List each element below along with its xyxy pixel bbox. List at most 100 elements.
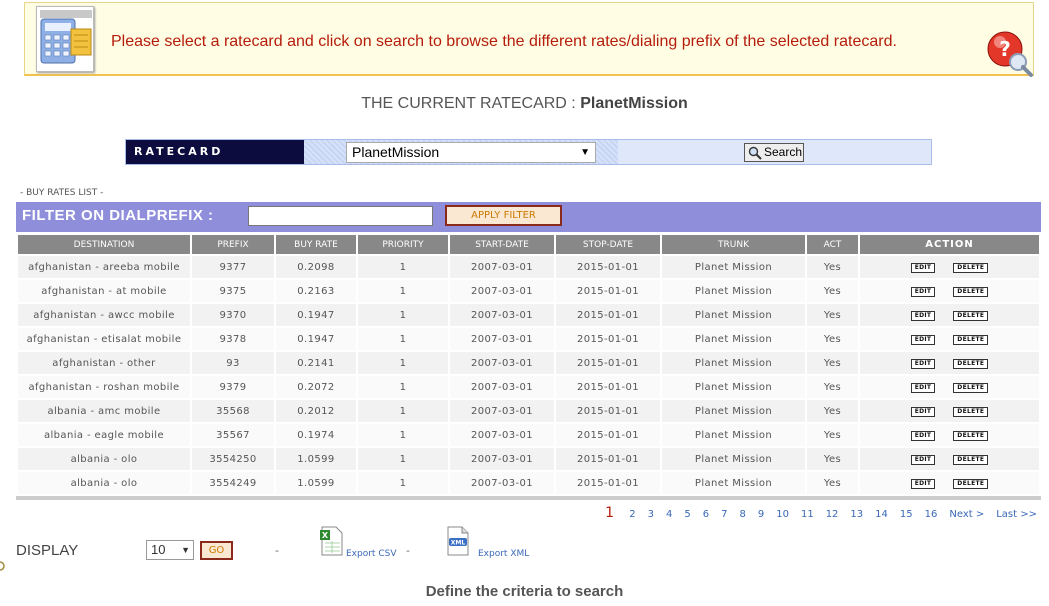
delete-button[interactable]: DELETE <box>953 407 989 417</box>
cell-buy-rate: 0.2012 <box>276 400 356 422</box>
cell-action: EDIT DELETE <box>860 256 1039 278</box>
cell-priority: 1 <box>358 352 448 374</box>
edit-button[interactable]: EDIT <box>910 479 936 489</box>
col-prefix[interactable]: PREFIX <box>192 235 274 254</box>
page-link[interactable]: 14 <box>875 509 888 520</box>
cell-stop-date: 2015-01-01 <box>556 304 660 326</box>
cell-action: EDIT DELETE <box>860 352 1039 374</box>
page-link[interactable]: 16 <box>925 509 938 520</box>
last-page-link[interactable]: Last >> <box>996 509 1037 520</box>
delete-button[interactable]: DELETE <box>953 263 989 273</box>
page-link[interactable]: 11 <box>801 509 814 520</box>
xml-badge-text: XML <box>451 540 466 547</box>
go-button[interactable]: GO <box>200 541 233 560</box>
delete-button[interactable]: DELETE <box>953 455 989 465</box>
chevron-down-icon: ▼ <box>580 147 590 158</box>
cell-start-date: 2007-03-01 <box>450 352 554 374</box>
table-row: afghanistan - awcc mobile 9370 0.1947 1 2007… <box>18 304 1039 326</box>
cell-start-date: 2007-03-01 <box>450 424 554 446</box>
col-buy-rate[interactable]: BUY RATE <box>276 235 356 254</box>
cell-act: Yes <box>807 304 858 326</box>
cell-stop-date: 2015-01-01 <box>556 256 660 278</box>
cell-priority: 1 <box>358 304 448 326</box>
page-link[interactable]: 7 <box>721 509 727 520</box>
edit-button[interactable]: EDIT <box>910 359 936 369</box>
edit-button[interactable]: EDIT <box>910 263 936 273</box>
table-row: albania - olo 3554250 1.0599 1 2007-03-01 201… <box>18 448 1039 470</box>
ratecard-select-value: PlanetMission <box>352 144 440 160</box>
cell-destination: afghanistan - areeba mobile <box>18 256 190 278</box>
notice-text: Please select a ratecard and click on se… <box>111 33 897 50</box>
edit-button[interactable]: EDIT <box>910 407 936 417</box>
cell-prefix: 35568 <box>192 400 274 422</box>
col-priority[interactable]: PRIORITY <box>358 235 448 254</box>
xml-file-icon[interactable]: XML <box>445 526 471 556</box>
delete-button[interactable]: DELETE <box>953 479 989 489</box>
cell-buy-rate: 0.1974 <box>276 424 356 446</box>
edit-button[interactable]: EDIT <box>910 287 936 297</box>
cell-action: EDIT DELETE <box>860 376 1039 398</box>
help-magnifier-icon[interactable]: ? <box>985 29 1035 79</box>
ratecard-select[interactable]: PlanetMission ▼ <box>346 142 596 163</box>
cell-priority: 1 <box>358 256 448 278</box>
col-stop-date[interactable]: STOP-DATE <box>556 235 660 254</box>
col-act[interactable]: ACT <box>807 235 858 254</box>
cell-trunk: Planet Mission <box>662 328 805 350</box>
magnifier-icon <box>748 146 762 160</box>
next-page-link[interactable]: Next > <box>949 509 984 520</box>
delete-button[interactable]: DELETE <box>953 287 989 297</box>
delete-button[interactable]: DELETE <box>953 359 989 369</box>
page-link[interactable]: 3 <box>648 509 654 520</box>
col-trunk[interactable]: TRUNK <box>662 235 805 254</box>
edit-button[interactable]: EDIT <box>910 431 936 441</box>
page-link[interactable]: 4 <box>666 509 672 520</box>
page-link[interactable]: 13 <box>850 509 863 520</box>
page-link[interactable]: 5 <box>684 509 690 520</box>
edit-button[interactable]: EDIT <box>910 311 936 321</box>
export-xml-link[interactable]: Export XML <box>478 549 529 559</box>
cell-buy-rate: 0.1947 <box>276 328 356 350</box>
cell-act: Yes <box>807 400 858 422</box>
page-link[interactable]: 15 <box>900 509 913 520</box>
page-link[interactable]: 9 <box>758 509 764 520</box>
current-ratecard-name: PlanetMission <box>580 95 688 112</box>
edit-button[interactable]: EDIT <box>910 383 936 393</box>
delete-button[interactable]: DELETE <box>953 431 989 441</box>
criteria-heading: Define the criteria to search <box>425 583 624 600</box>
delete-button[interactable]: DELETE <box>953 383 989 393</box>
cell-buy-rate: 0.2163 <box>276 280 356 302</box>
cell-priority: 1 <box>358 400 448 422</box>
display-count-select[interactable]: 10 ▼ <box>146 540 194 560</box>
edit-button[interactable]: EDIT <box>910 455 936 465</box>
page-link[interactable]: 6 <box>703 509 709 520</box>
export-csv-link[interactable]: Export CSV <box>346 549 396 559</box>
cell-destination: afghanistan - roshan mobile <box>18 376 190 398</box>
page-link[interactable]: 12 <box>826 509 839 520</box>
table-row: afghanistan - areeba mobile 9377 0.2098 1 20… <box>18 256 1039 278</box>
cell-destination: albania - eagle mobile <box>18 424 190 446</box>
page-link[interactable]: 8 <box>739 509 745 520</box>
cell-start-date: 2007-03-01 <box>450 472 554 494</box>
cell-stop-date: 2015-01-01 <box>556 376 660 398</box>
edit-button[interactable]: EDIT <box>910 335 936 345</box>
cell-prefix: 93 <box>192 352 274 374</box>
cell-prefix: 9378 <box>192 328 274 350</box>
col-start-date[interactable]: START-DATE <box>450 235 554 254</box>
delete-button[interactable]: DELETE <box>953 335 989 345</box>
delete-button[interactable]: DELETE <box>953 311 989 321</box>
cell-act: Yes <box>807 352 858 374</box>
dialprefix-filter-input[interactable] <box>248 206 433 226</box>
page-link[interactable]: 10 <box>776 509 789 520</box>
apply-filter-button[interactable]: APPLY FILTER <box>445 205 562 226</box>
current-ratecard: THE CURRENT RATECARD : PlanetMission <box>0 95 1049 113</box>
col-action: ACTION <box>860 235 1039 254</box>
cell-trunk: Planet Mission <box>662 424 805 446</box>
cell-stop-date: 2015-01-01 <box>556 424 660 446</box>
page-link[interactable]: 2 <box>629 509 635 520</box>
cell-start-date: 2007-03-01 <box>450 328 554 350</box>
col-destination[interactable]: DESTINATION <box>18 235 190 254</box>
cell-action: EDIT DELETE <box>860 280 1039 302</box>
spreadsheet-file-icon[interactable]: X <box>319 526 345 556</box>
search-button[interactable]: Search <box>744 143 804 162</box>
cell-stop-date: 2015-01-01 <box>556 472 660 494</box>
